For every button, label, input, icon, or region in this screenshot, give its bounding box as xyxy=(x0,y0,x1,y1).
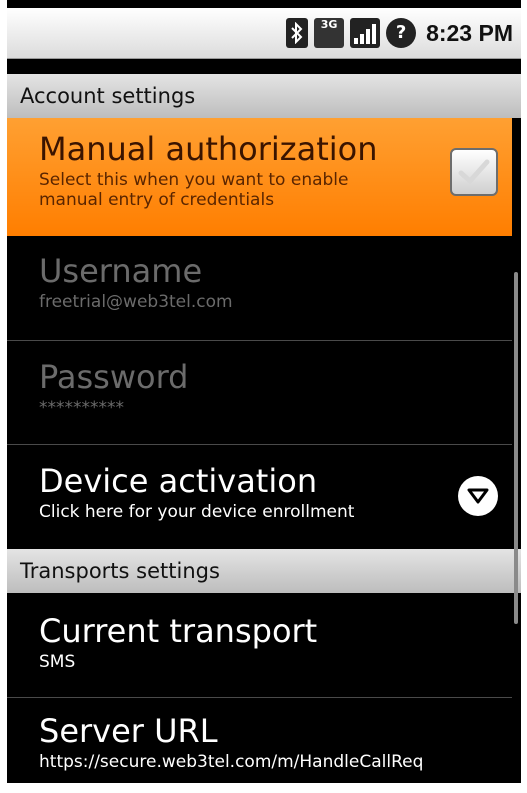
device-activation-title: Device activation xyxy=(39,462,318,500)
divider xyxy=(7,444,512,445)
password-title: Password xyxy=(39,358,189,396)
network-3g-icon: 3G xyxy=(314,18,345,48)
current-transport-item[interactable]: Current transport SMS xyxy=(7,612,512,698)
server-url-item[interactable]: Server URL https://secure.web3tel.com/m/… xyxy=(7,712,512,782)
clock: 8:23 PM xyxy=(426,19,513,46)
password-item[interactable]: Password ********** xyxy=(7,358,512,448)
server-url-title: Server URL xyxy=(39,712,218,750)
current-transport-value: SMS xyxy=(39,652,76,672)
signal-strength-icon xyxy=(350,18,381,48)
username-value: freetrial@web3tel.com xyxy=(39,292,233,312)
password-value: ********** xyxy=(39,398,124,418)
divider xyxy=(7,340,512,341)
account-settings-header: Account settings xyxy=(7,74,521,118)
manual-authorization-checkbox[interactable] xyxy=(450,148,498,196)
chevron-down-circle-icon[interactable] xyxy=(458,476,498,516)
transports-settings-header: Transports settings xyxy=(7,549,521,593)
status-bar: 3G ? 8:23 PM xyxy=(7,8,521,59)
screen: 3G ? 8:23 PM Account settings Manual aut… xyxy=(7,0,521,783)
username-title: Username xyxy=(39,252,203,290)
divider xyxy=(7,697,512,698)
username-item[interactable]: Username freetrial@web3tel.com xyxy=(7,252,512,342)
server-url-value: https://secure.web3tel.com/m/HandleCallR… xyxy=(39,752,424,772)
manual-authorization-subtitle-1: Select this when you want to enable xyxy=(39,170,349,190)
bluetooth-icon xyxy=(286,18,309,48)
manual-authorization-item[interactable]: Manual authorization Select this when yo… xyxy=(7,118,512,236)
device-activation-item[interactable]: Device activation Click here for your de… xyxy=(7,462,512,548)
help-icon: ? xyxy=(386,18,417,48)
manual-authorization-title: Manual authorization xyxy=(39,130,378,168)
device-activation-subtitle: Click here for your device enrollment xyxy=(39,502,355,522)
scrollbar[interactable] xyxy=(514,272,518,624)
manual-authorization-subtitle-2: manual entry of credentials xyxy=(39,190,275,210)
current-transport-title: Current transport xyxy=(39,612,318,650)
